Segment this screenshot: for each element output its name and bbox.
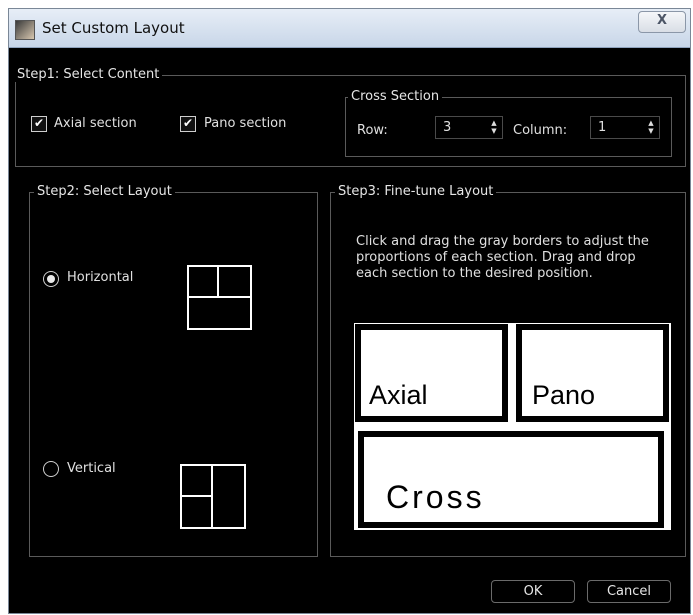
thumb-cell xyxy=(182,466,211,495)
step2-title: Step2: Select Layout xyxy=(34,184,175,199)
spin-arrows-icon[interactable]: ▲ ▼ xyxy=(646,119,656,135)
column-label: Column: xyxy=(513,123,568,138)
checkmark-icon: ✔ xyxy=(182,116,194,130)
window-title: Set Custom Layout xyxy=(42,19,185,37)
thumb-cell xyxy=(182,497,211,527)
cross-pane[interactable]: Cross xyxy=(358,431,664,528)
column-value: 1 xyxy=(598,120,607,135)
close-button[interactable]: X xyxy=(638,11,686,33)
instruction-line: proportions of each section. Drag and dr… xyxy=(356,250,636,265)
pano-checkbox[interactable]: ✔ xyxy=(180,116,196,132)
instruction-line: each section to the desired position. xyxy=(356,266,593,281)
cross-section-title: Cross Section xyxy=(348,89,443,104)
step3-title: Step3: Fine-tune Layout xyxy=(335,184,497,199)
axial-checkbox[interactable]: ✔ xyxy=(31,116,47,132)
app-icon xyxy=(15,20,35,40)
axial-pane-frame: Axial xyxy=(359,328,504,418)
axial-label: Axial section xyxy=(54,116,137,131)
cross-section-group: Cross Section Row: 3 ▲ ▼ Column: 1 ▲ ▼ xyxy=(345,89,672,157)
cancel-button[interactable]: Cancel xyxy=(587,580,671,603)
horizontal-label: Horizontal xyxy=(67,270,134,285)
layout-preview: Axial Pano Cross xyxy=(354,323,671,530)
row-spinbox[interactable]: 3 ▲ ▼ xyxy=(435,116,503,139)
column-spinbox[interactable]: 1 ▲ ▼ xyxy=(590,116,660,139)
vertical-radio[interactable] xyxy=(43,461,59,477)
vertical-label: Vertical xyxy=(67,461,116,476)
pano-pane-label: Pano xyxy=(532,380,596,410)
title-bar: Set Custom Layout X xyxy=(9,9,690,48)
thumb-cell xyxy=(189,267,217,296)
axial-pane-label: Axial xyxy=(369,380,428,410)
thumb-cell xyxy=(189,298,250,328)
horizontal-radio[interactable] xyxy=(43,271,59,287)
cross-pane-frame: Cross xyxy=(362,435,660,524)
checkmark-icon: ✔ xyxy=(33,116,45,130)
pano-pane[interactable]: Pano xyxy=(516,324,669,422)
axial-pane[interactable]: Axial xyxy=(355,324,508,422)
thumb-cell xyxy=(219,267,250,296)
pano-pane-frame: Pano xyxy=(520,328,665,418)
row-label: Row: xyxy=(357,123,388,138)
row-value: 3 xyxy=(443,120,452,135)
instruction-line: Click and drag the gray borders to adjus… xyxy=(356,234,649,249)
cross-pane-label: Cross xyxy=(386,479,485,515)
step1-title: Step1: Select Content xyxy=(14,67,163,82)
custom-layout-dialog: Set Custom Layout X Step1: Select Conten… xyxy=(8,8,691,614)
vertical-layout-thumbnail[interactable] xyxy=(180,464,246,529)
step1-group: Step1: Select Content ✔ Axial section ✔ … xyxy=(14,67,686,167)
horizontal-layout-thumbnail[interactable] xyxy=(187,265,252,330)
ok-button[interactable]: OK xyxy=(491,580,575,603)
instructions-text: Click and drag the gray borders to adjus… xyxy=(356,234,676,282)
spin-arrows-icon[interactable]: ▲ ▼ xyxy=(489,119,499,135)
pano-label: Pano section xyxy=(204,116,287,131)
thumb-cell xyxy=(213,466,244,527)
step2-group: Step2: Select Layout Horizontal Vertical xyxy=(29,184,318,557)
